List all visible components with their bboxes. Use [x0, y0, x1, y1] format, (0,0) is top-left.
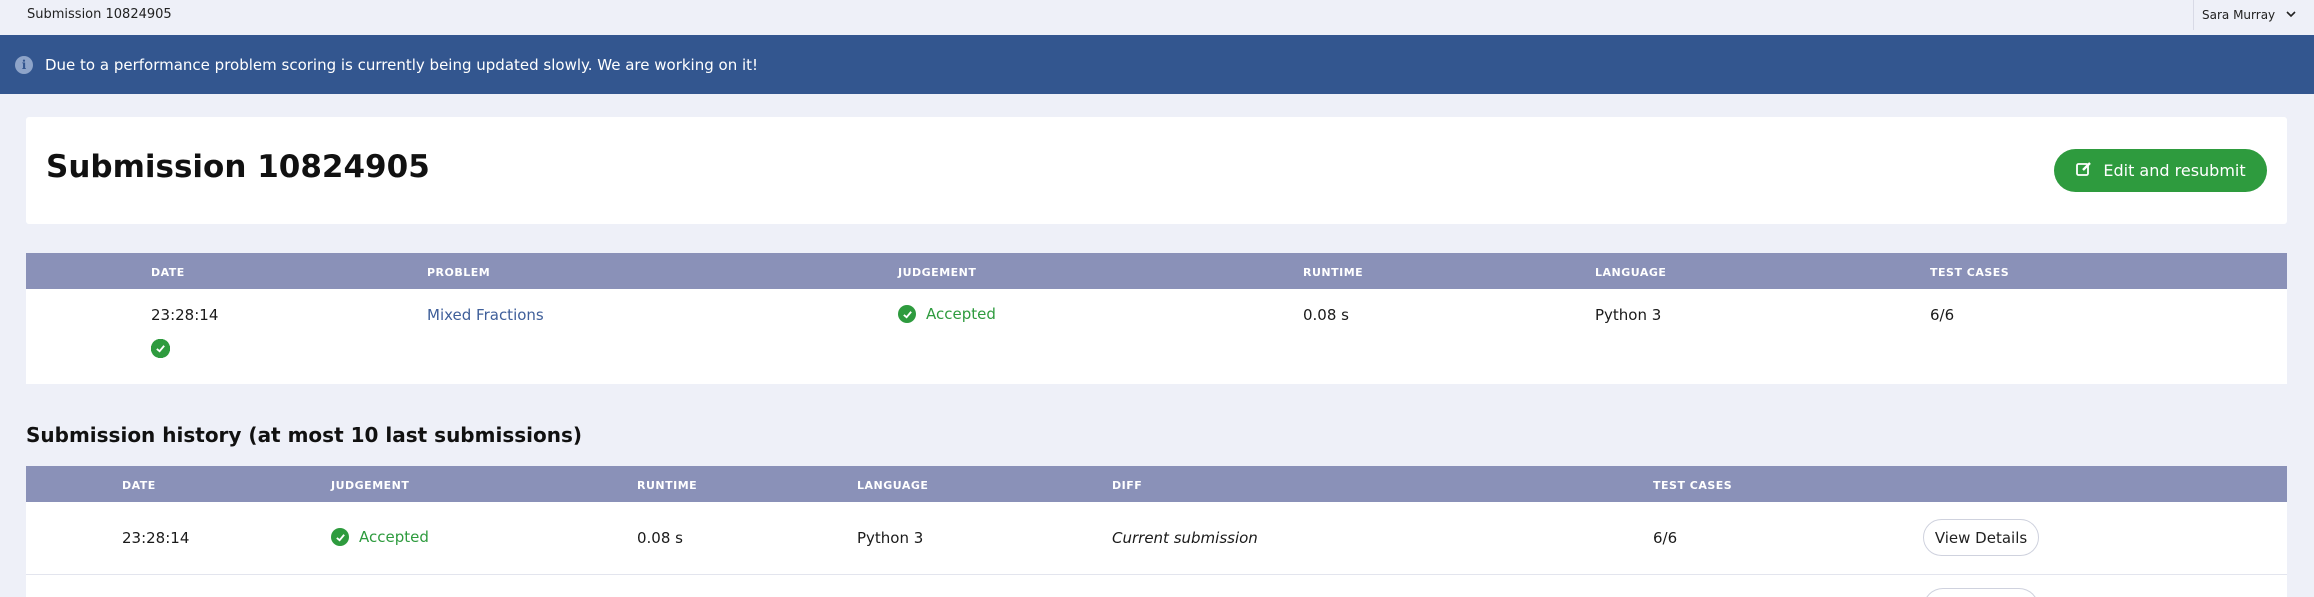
- table-header: DATE JUDGEMENT RUNTIME LANGUAGE DIFF TES…: [26, 466, 2287, 502]
- history-language: Python 3: [857, 529, 924, 547]
- edit-and-resubmit-label: Edit and resubmit: [2103, 161, 2246, 180]
- check-circle-icon: [331, 528, 349, 546]
- view-details-button[interactable]: [1923, 588, 2039, 597]
- info-icon: i: [15, 55, 33, 74]
- col-diff: DIFF: [1112, 479, 1143, 492]
- edit-and-resubmit-button[interactable]: Edit and resubmit: [2054, 149, 2267, 192]
- test-cases-value: 6/6: [1930, 306, 1955, 324]
- language-value: Python 3: [1595, 306, 1662, 324]
- breadcrumb: Submission 10824905: [27, 7, 172, 22]
- submission-date: 23:28:14: [151, 306, 219, 324]
- banner-message: Due to a performance problem scoring is …: [45, 55, 759, 74]
- judgement-label: Accepted: [359, 528, 429, 546]
- problem-link[interactable]: Mixed Fractions: [427, 306, 544, 324]
- view-details-button[interactable]: View Details: [1923, 519, 2039, 556]
- history-test-cases: 6/6: [1653, 529, 1678, 547]
- col-runtime: RUNTIME: [637, 479, 698, 492]
- check-circle-icon: [898, 305, 916, 323]
- test-case-check-icon: [151, 339, 170, 358]
- col-date: DATE: [122, 479, 156, 492]
- history-judgement: Accepted: [331, 528, 429, 546]
- history-date: 23:28:14: [122, 529, 190, 547]
- history-runtime: 0.08 s: [637, 529, 683, 547]
- col-test-cases: TEST CASES: [1930, 266, 2010, 279]
- col-runtime: RUNTIME: [1303, 266, 1364, 279]
- chevron-down-icon: [2285, 8, 2297, 23]
- col-test-cases: TEST CASES: [1653, 479, 1733, 492]
- history-diff: Current submission: [1112, 529, 1258, 547]
- edit-icon: [2075, 160, 2093, 182]
- submission-table: DATE PROBLEM JUDGEMENT RUNTIME LANGUAGE …: [26, 253, 2287, 384]
- judgement-label: Accepted: [926, 305, 996, 323]
- page-title: Submission 10824905: [46, 149, 430, 185]
- notice-banner: i Due to a performance problem scoring i…: [0, 35, 2314, 94]
- user-menu[interactable]: Sara Murray: [2193, 0, 2314, 30]
- col-language: LANGUAGE: [857, 479, 929, 492]
- table-row: 23:28:14 Accepted 0.08 s Python 3 Curren…: [26, 502, 2287, 574]
- judgement-status: Accepted: [898, 305, 996, 323]
- submission-header: Submission 10824905 Edit and resubmit: [26, 117, 2287, 224]
- col-problem: PROBLEM: [427, 266, 491, 279]
- history-title: Submission history (at most 10 last subm…: [26, 423, 583, 447]
- col-judgement: JUDGEMENT: [898, 266, 977, 279]
- runtime-value: 0.08 s: [1303, 306, 1349, 324]
- col-language: LANGUAGE: [1595, 266, 1667, 279]
- table-header: DATE PROBLEM JUDGEMENT RUNTIME LANGUAGE …: [26, 253, 2287, 289]
- col-date: DATE: [151, 266, 185, 279]
- col-judgement: JUDGEMENT: [331, 479, 410, 492]
- row-divider: [26, 574, 2287, 575]
- top-bar: Submission 10824905 Sara Murray: [0, 0, 2314, 35]
- history-table: DATE JUDGEMENT RUNTIME LANGUAGE DIFF TES…: [26, 466, 2287, 597]
- user-name: Sara Murray: [2202, 8, 2276, 22]
